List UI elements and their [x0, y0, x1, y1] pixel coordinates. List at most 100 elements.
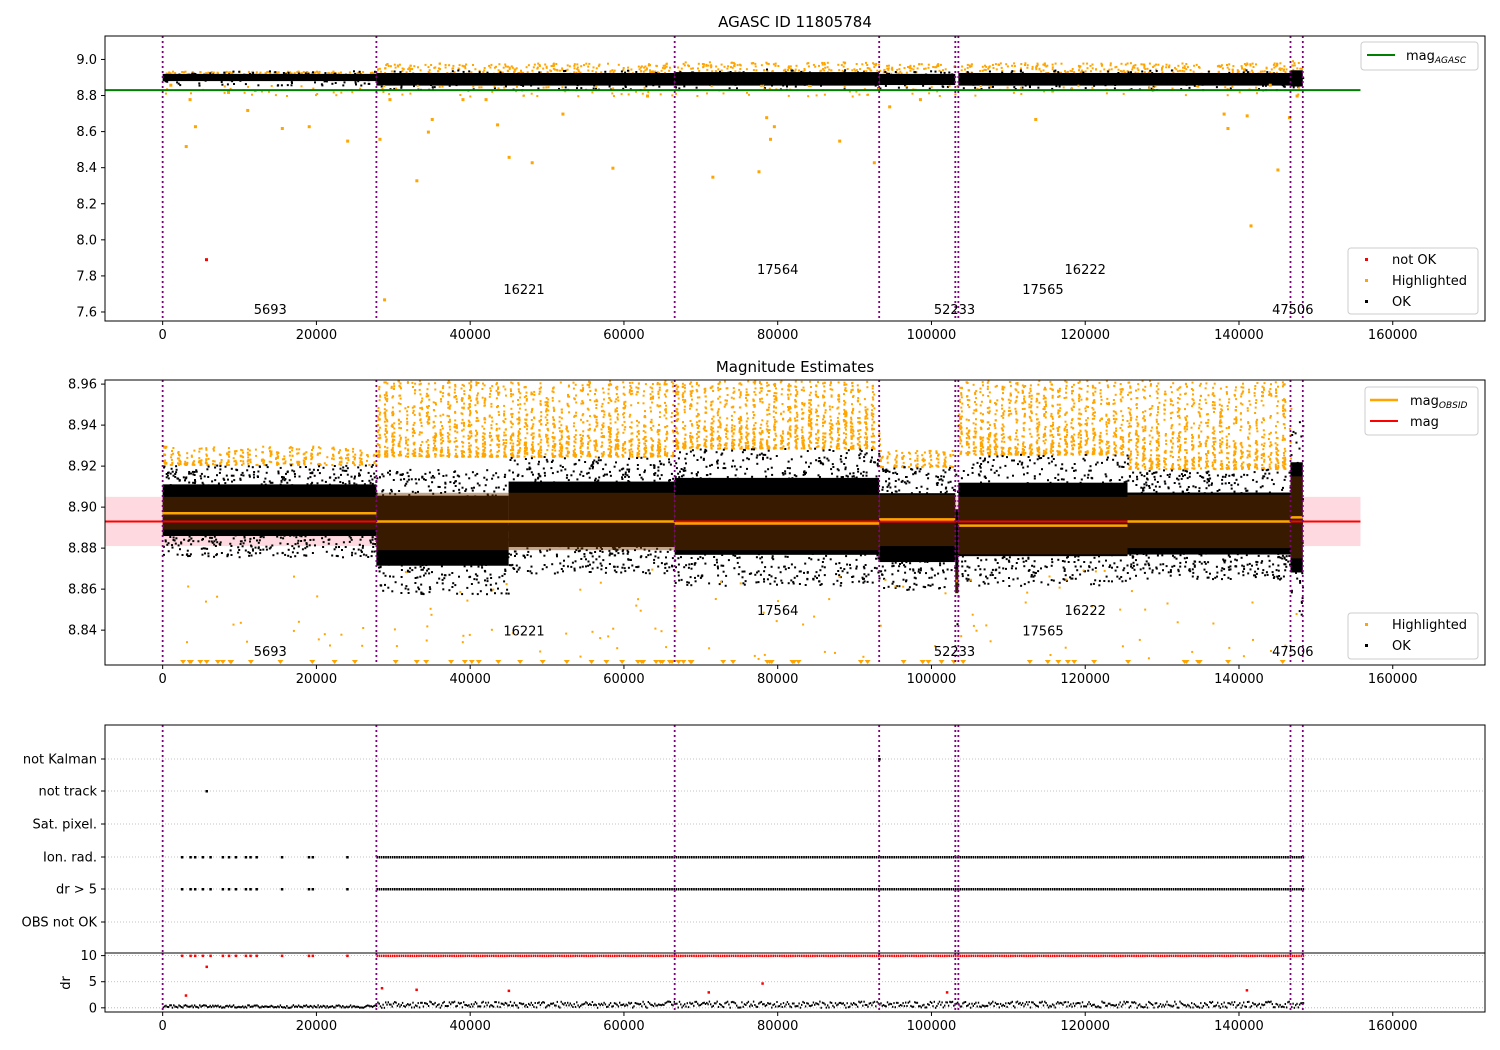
highlighted-point — [285, 460, 287, 462]
highlighted-point — [857, 430, 859, 432]
highlighted-point — [561, 113, 564, 116]
highlighted-point — [615, 398, 617, 400]
highlighted-point — [283, 455, 285, 457]
highlighted-point — [818, 430, 820, 432]
highlighted-point — [589, 415, 591, 417]
highlighted-point — [882, 456, 884, 458]
highlighted-point — [603, 451, 605, 453]
highlighted-point — [406, 410, 408, 412]
ok-point — [245, 83, 247, 85]
ok-point — [1187, 73, 1189, 75]
highlighted-point — [719, 388, 721, 390]
ok-points-band — [376, 73, 674, 86]
highlighted-point — [615, 421, 617, 423]
highlighted-point — [595, 448, 597, 450]
highlighted-point — [726, 424, 728, 426]
highlighted-point — [796, 435, 798, 437]
highlighted-point — [704, 421, 706, 423]
highlighted-point — [573, 416, 575, 418]
ok-point — [387, 80, 389, 82]
ok-point — [209, 72, 211, 74]
highlighted-point — [817, 439, 819, 441]
ok-point — [783, 78, 785, 80]
highlighted-point — [726, 403, 728, 405]
highlighted-point — [433, 409, 435, 411]
highlighted-point — [212, 460, 214, 462]
highlighted-point — [391, 451, 393, 453]
highlighted-point — [762, 85, 764, 87]
highlighted-point — [596, 416, 598, 418]
highlighted-point — [731, 424, 733, 426]
highlighted-point — [787, 406, 789, 408]
ok-point — [942, 86, 944, 88]
ok-point — [667, 74, 669, 76]
highlighted-point — [651, 446, 653, 448]
ok-point — [520, 78, 522, 80]
highlighted-point — [601, 442, 603, 444]
highlighted-point — [583, 64, 585, 66]
highlighted-point — [637, 387, 639, 389]
ok-point — [502, 74, 504, 76]
ok-point — [971, 73, 973, 75]
highlighted-point — [628, 93, 630, 95]
ok-point — [1293, 81, 1295, 83]
highlighted-point — [561, 456, 563, 458]
highlighted-point — [352, 451, 354, 453]
highlighted-point — [661, 70, 663, 72]
highlighted-point — [498, 87, 500, 89]
ok-point — [885, 76, 887, 78]
highlighted-point — [815, 433, 817, 435]
highlighted-point — [484, 447, 486, 449]
highlighted-point — [843, 404, 845, 406]
highlighted-point — [732, 448, 734, 450]
highlighted-point — [392, 440, 394, 442]
ok-point — [430, 84, 432, 86]
highlighted-point — [601, 432, 603, 434]
highlighted-point — [798, 70, 800, 72]
highlighted-point — [753, 400, 755, 402]
highlighted-point — [461, 422, 463, 424]
highlighted-point — [1296, 67, 1298, 69]
highlighted-point — [378, 407, 380, 409]
highlighted-point — [739, 439, 741, 441]
highlighted-point — [809, 448, 811, 450]
highlighted-point — [1217, 65, 1219, 67]
ok-point — [655, 72, 657, 74]
highlighted-point — [386, 395, 388, 397]
ok-point — [789, 76, 791, 78]
highlighted-point — [319, 447, 321, 449]
highlighted-point — [665, 417, 667, 419]
highlighted-point — [461, 441, 463, 443]
highlighted-point — [774, 421, 776, 423]
ok-point — [1019, 79, 1021, 81]
highlighted-point — [298, 464, 300, 466]
highlighted-point — [405, 439, 407, 441]
highlighted-point — [407, 381, 409, 383]
ok-point — [1266, 82, 1268, 84]
highlighted-point — [649, 69, 651, 71]
highlighted-point — [413, 424, 415, 426]
highlighted-point — [869, 68, 871, 70]
highlighted-point — [622, 424, 624, 426]
highlighted-point — [717, 426, 719, 428]
highlighted-point — [393, 436, 395, 438]
highlighted-point — [172, 447, 174, 449]
highlighted-point — [441, 447, 443, 449]
ok-point — [221, 84, 223, 86]
highlighted-point — [719, 401, 721, 403]
highlighted-point — [867, 67, 869, 69]
highlighted-point — [787, 431, 789, 433]
highlighted-point — [706, 69, 708, 71]
ok-point — [771, 85, 773, 87]
ok-point — [233, 83, 235, 85]
highlighted-point — [428, 417, 430, 419]
highlighted-point — [644, 69, 646, 71]
highlighted-point — [559, 455, 561, 457]
ok-point — [875, 85, 877, 87]
highlighted-point — [857, 384, 859, 386]
highlighted-point — [617, 400, 619, 402]
highlighted-point — [496, 406, 498, 408]
ok-point — [207, 79, 209, 81]
ok-point — [1271, 75, 1273, 77]
ok-point — [430, 81, 432, 83]
